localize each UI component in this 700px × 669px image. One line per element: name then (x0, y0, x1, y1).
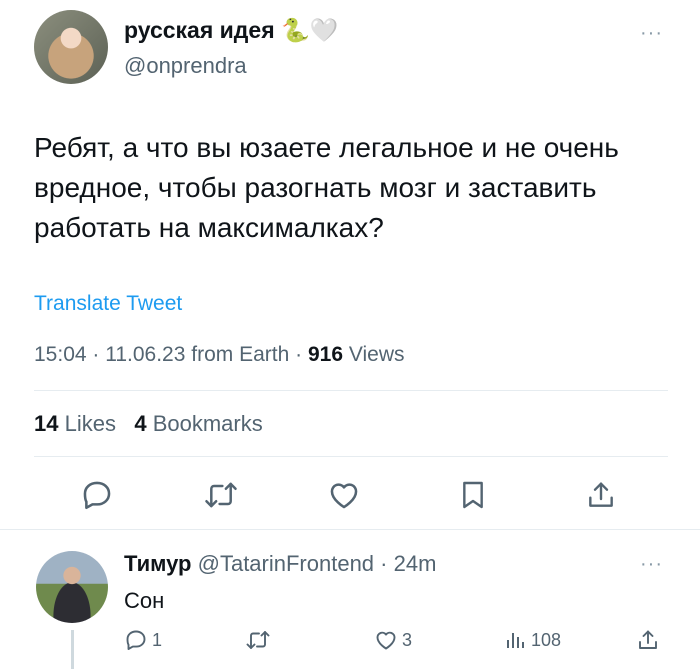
reply-more-icon[interactable]: ··· (640, 553, 663, 576)
reply-replies-count: 1 (152, 629, 163, 650)
likes-stat[interactable]: 14 Likes (34, 411, 116, 436)
thread-line (71, 630, 74, 669)
tweet-text: Ребят, а что вы юзаете легальное и не оч… (34, 132, 619, 243)
reply-views-button[interactable]: 108 (503, 627, 561, 653)
like-button[interactable] (327, 478, 363, 514)
tweet-meta: 15:04 · 11.06.23 from Earth · 916 Views (34, 343, 405, 366)
tweet-stats: 14 Likes 4 Bookmarks (34, 411, 263, 437)
like-icon (376, 631, 396, 650)
reply-share-button[interactable] (636, 627, 660, 653)
reply-likes-count: 3 (402, 629, 413, 650)
reply-button[interactable] (80, 478, 116, 514)
like-icon (330, 483, 358, 509)
share-button[interactable] (585, 478, 621, 514)
retweet-icon (205, 482, 237, 508)
reply-retweet-button[interactable] (245, 627, 271, 653)
share-icon (589, 482, 613, 507)
reply-author-avatar[interactable] (36, 551, 108, 623)
tweet-date[interactable]: 11.06.23 (105, 343, 185, 366)
reply-icon (83, 481, 111, 510)
reply-header: Тимур @TatarinFrontend · 24m (124, 551, 437, 576)
reply-reply-button[interactable]: 1 (124, 627, 162, 653)
author-display-name[interactable]: русская идея (124, 17, 275, 43)
bookmarks-label: Bookmarks (152, 411, 263, 436)
author-name[interactable]: русская идея 🐍🤍 (124, 17, 338, 44)
tweet-source: from Earth (191, 343, 290, 366)
more-icon[interactable]: ··· (640, 22, 663, 45)
bookmarks-count: 4 (134, 411, 147, 436)
reply-views-count: 108 (531, 629, 562, 650)
likes-count: 14 (34, 411, 59, 436)
divider (0, 529, 700, 530)
reply-icon (126, 630, 146, 650)
bookmark-button[interactable] (457, 478, 493, 514)
views-count: 916 (307, 343, 344, 366)
divider (34, 390, 668, 391)
retweet-button[interactable] (203, 478, 239, 514)
divider (34, 456, 668, 457)
bookmark-icon (463, 481, 483, 509)
reply-author-handle[interactable]: @TatarinFrontend (198, 551, 374, 576)
retweet-icon (246, 631, 270, 649)
reply-author-name[interactable]: Тимур (124, 551, 192, 576)
share-icon (639, 630, 657, 649)
author-handle[interactable]: @onprendra (124, 53, 247, 79)
translate-tweet-link[interactable]: Translate Tweet (34, 292, 182, 316)
reply-like-button[interactable]: 3 (374, 627, 412, 653)
views-label: Views (348, 343, 405, 366)
likes-label: Likes (64, 411, 116, 436)
bookmarks-stat[interactable]: 4 Bookmarks (134, 411, 262, 436)
reply-text: Сон (124, 588, 165, 613)
tweet-time[interactable]: 15:04 (34, 343, 87, 366)
author-avatar[interactable] (34, 10, 108, 84)
views-icon (507, 633, 524, 648)
reply-time[interactable]: 24m (394, 551, 437, 576)
name-emojis: 🐍🤍 (281, 17, 339, 43)
